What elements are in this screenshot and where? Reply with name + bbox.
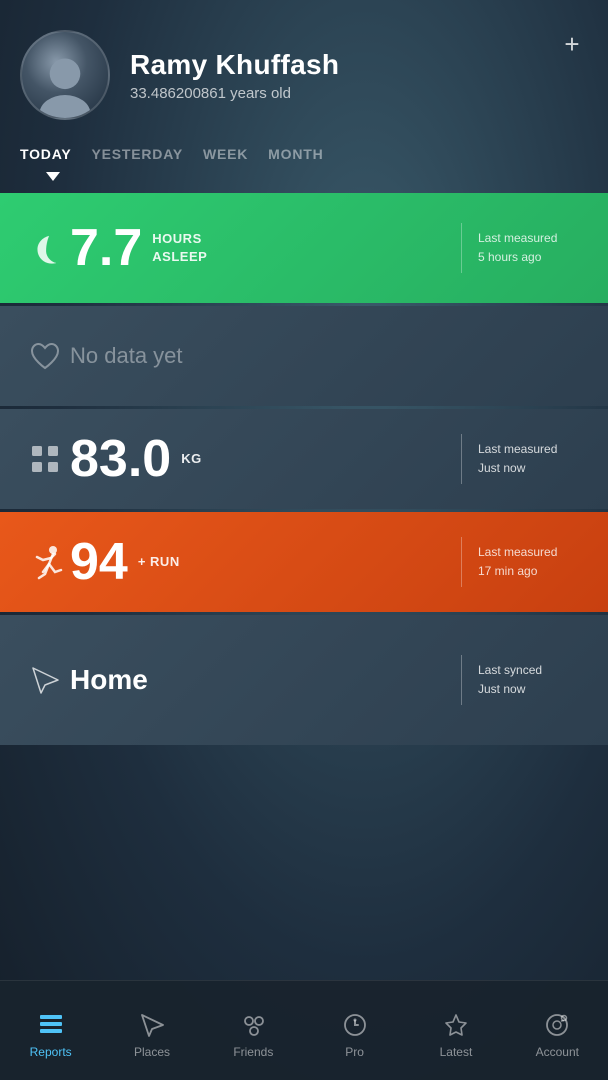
friends-nav-label: Friends — [233, 1045, 273, 1059]
app-content: Ramy Khuffash 33.486200861 years old + T… — [0, 0, 608, 1080]
sleep-time-line1: Last measured — [478, 229, 557, 248]
weight-card[interactable]: 83.0 KG Last measured Just now — [0, 409, 608, 509]
tab-yesterday[interactable]: YESTERDAY — [91, 140, 183, 168]
time-tabs: TODAY YESTERDAY WEEK MONTH — [0, 140, 608, 168]
pro-nav-label: Pro — [345, 1045, 364, 1059]
avatar — [20, 30, 110, 120]
location-arrow-icon — [28, 663, 62, 697]
run-suffix: + RUN — [138, 553, 180, 571]
run-time: Last measured 17 min ago — [478, 543, 588, 581]
run-divider — [461, 537, 462, 587]
sleep-divider — [461, 223, 462, 273]
latest-icon — [442, 1011, 470, 1039]
home-card[interactable]: Home Last synced Just now — [0, 615, 608, 745]
account-nav-label: Account — [536, 1045, 579, 1059]
run-label: + RUN — [138, 553, 180, 571]
nav-item-latest[interactable]: Latest — [405, 981, 506, 1080]
user-name: Ramy Khuffash — [130, 49, 339, 81]
sleep-card[interactable]: 7.7 HOURS ASLEEP Last measured 5 hours a… — [0, 193, 608, 303]
weight-divider — [461, 434, 462, 484]
home-time-line2: Just now — [478, 680, 525, 699]
sleep-label-line2: ASLEEP — [152, 248, 207, 266]
friends-icon — [239, 1011, 267, 1039]
avatar-icon — [31, 50, 99, 118]
sleep-card-icon — [20, 230, 70, 266]
weight-card-main: 83.0 KG — [70, 433, 445, 485]
home-divider — [461, 655, 462, 705]
tab-month[interactable]: MONTH — [268, 140, 323, 168]
tab-arrow-icon — [46, 172, 60, 181]
user-info: Ramy Khuffash 33.486200861 years old — [130, 49, 339, 102]
heart-card-icon — [20, 338, 70, 374]
pro-icon — [341, 1011, 369, 1039]
home-time-line1: Last synced — [478, 661, 542, 680]
run-value: 94 — [70, 536, 128, 588]
weight-time: Last measured Just now — [478, 440, 588, 478]
run-card-icon — [20, 542, 70, 582]
weight-card-icon — [20, 441, 70, 477]
bottom-nav: Reports Places Friends — [0, 980, 608, 1080]
run-time-line1: Last measured — [478, 543, 557, 562]
grid-icon — [27, 441, 63, 477]
weight-time-line1: Last measured — [478, 440, 557, 459]
tab-week[interactable]: WEEK — [203, 140, 248, 168]
tab-today[interactable]: TODAY — [20, 140, 71, 168]
reports-nav-label: Reports — [30, 1045, 72, 1059]
home-card-icon — [20, 663, 70, 697]
weight-label: KG — [181, 450, 202, 468]
run-icon — [25, 542, 65, 582]
add-button[interactable]: + — [556, 28, 588, 60]
sleep-card-main: 7.7 HOURS ASLEEP — [70, 222, 445, 274]
sleep-label-line1: HOURS — [152, 230, 207, 248]
reports-icon — [37, 1011, 65, 1039]
weight-value: 83.0 — [70, 433, 171, 485]
sleep-time: Last measured 5 hours ago — [478, 229, 588, 267]
moon-icon — [27, 230, 63, 266]
nav-item-reports[interactable]: Reports — [0, 981, 101, 1080]
run-card-main: 94 + RUN — [70, 536, 445, 588]
places-icon — [138, 1011, 166, 1039]
tab-indicator — [0, 172, 608, 181]
weight-unit: KG — [181, 450, 202, 468]
places-nav-label: Places — [134, 1045, 170, 1059]
nav-item-friends[interactable]: Friends — [203, 981, 304, 1080]
home-time: Last synced Just now — [478, 661, 588, 699]
heart-no-data: No data yet — [70, 343, 183, 369]
nav-item-account[interactable]: Account — [507, 981, 608, 1080]
account-icon — [543, 1011, 571, 1039]
home-title: Home — [70, 664, 148, 696]
sleep-value: 7.7 — [70, 222, 142, 274]
nav-item-places[interactable]: Places — [101, 981, 202, 1080]
home-card-main: Home — [70, 664, 445, 696]
run-card[interactable]: 94 + RUN Last measured 17 min ago — [0, 512, 608, 612]
heart-card[interactable]: No data yet — [0, 306, 608, 406]
sleep-label: HOURS ASLEEP — [152, 230, 207, 266]
cards-container: 7.7 HOURS ASLEEP Last measured 5 hours a… — [0, 193, 608, 980]
run-time-line2: 17 min ago — [478, 562, 537, 581]
header: Ramy Khuffash 33.486200861 years old + — [0, 0, 608, 140]
sleep-time-line2: 5 hours ago — [478, 248, 541, 267]
latest-nav-label: Latest — [440, 1045, 473, 1059]
user-age: 33.486200861 years old — [130, 85, 339, 102]
weight-time-line2: Just now — [478, 459, 525, 478]
nav-item-pro[interactable]: Pro — [304, 981, 405, 1080]
heart-icon — [27, 338, 63, 374]
